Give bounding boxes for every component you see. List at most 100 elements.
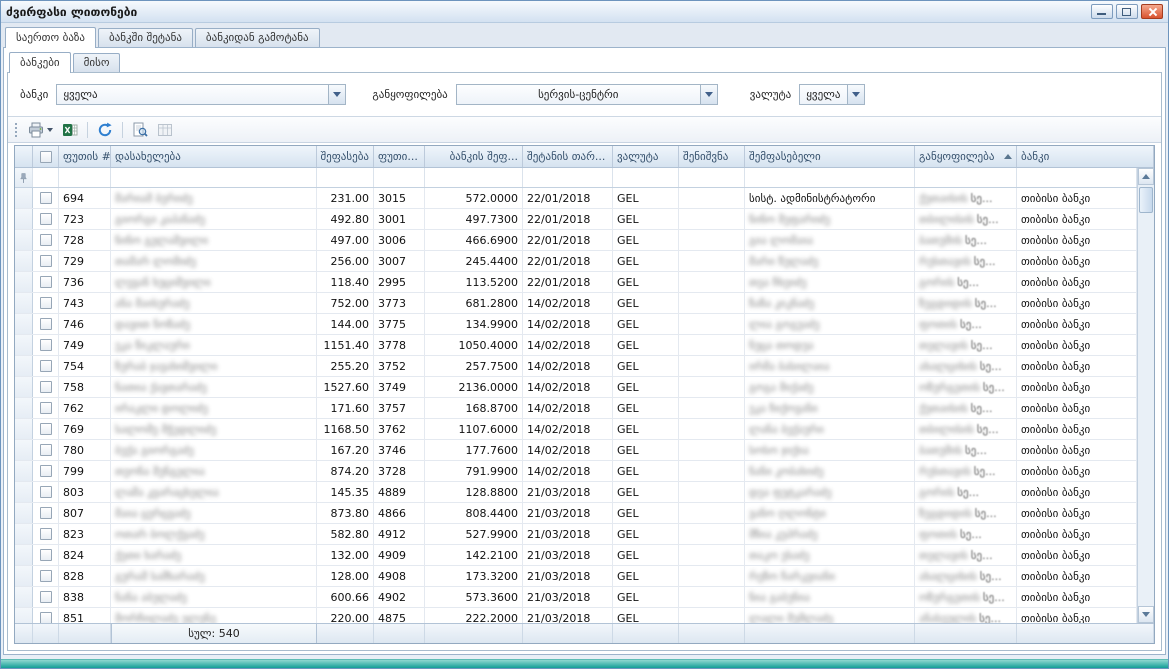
table-row[interactable]: 743ანა მაისურაძე752.003773681.280014/02/…: [15, 293, 1137, 314]
filter-cell-bank_assessment[interactable]: [425, 168, 523, 187]
toolbar-grip[interactable]: [14, 122, 18, 137]
filter-cell-entry_date[interactable]: [523, 168, 613, 187]
column-header-department[interactable]: განყოფილება: [915, 146, 1017, 167]
table-row[interactable]: 851მორჩილაძე ელენე220.004875222.200021/0…: [15, 608, 1137, 623]
cell-check[interactable]: [33, 209, 59, 229]
bank-filter-combo[interactable]: ყველა: [56, 84, 346, 105]
table-row[interactable]: 728ნინო გელაშვილი497.003006466.690022/01…: [15, 230, 1137, 251]
vertical-scrollbar[interactable]: [1137, 168, 1154, 623]
filter-cell-lot[interactable]: [374, 168, 425, 187]
cell-check[interactable]: [33, 377, 59, 397]
row-checkbox[interactable]: [40, 381, 52, 393]
filter-cell-currency[interactable]: [613, 168, 679, 187]
cell-check[interactable]: [33, 587, 59, 607]
table-row[interactable]: 736ლევან ხუციშვილი118.402995113.520022/0…: [15, 272, 1137, 293]
tab-banks[interactable]: ბანკები: [9, 52, 71, 73]
table-row[interactable]: 803ლაშა კვარაცხელია145.354889128.880021/…: [15, 482, 1137, 503]
table-row[interactable]: 694მარიამ ბერიძე231.003015572.000022/01/…: [15, 188, 1137, 209]
filter-cell-assessment[interactable]: [317, 168, 374, 187]
scrollbar-thumb[interactable]: [1139, 187, 1153, 213]
cell-check[interactable]: [33, 230, 59, 250]
column-header-currency[interactable]: ვალუტა: [613, 146, 679, 167]
row-checkbox[interactable]: [40, 318, 52, 330]
row-checkbox[interactable]: [40, 234, 52, 246]
table-row[interactable]: 823ოთარ ბოლქვაძე582.804912527.990021/03/…: [15, 524, 1137, 545]
row-checkbox[interactable]: [40, 402, 52, 414]
table-row[interactable]: 758ნათია ქავთარაძე1527.6037492136.000014…: [15, 377, 1137, 398]
scroll-down-button[interactable]: [1138, 606, 1154, 623]
preview-button[interactable]: [129, 120, 151, 140]
column-header-evaluator[interactable]: შემფასებელი: [745, 146, 915, 167]
department-filter-combo[interactable]: სერვის-ცენტრი: [456, 84, 718, 105]
row-checkbox[interactable]: [40, 192, 52, 204]
table-row[interactable]: 838ნანა აბულაძე600.664902573.360021/03/2…: [15, 587, 1137, 608]
table-row[interactable]: 799თეონა შენგელია874.203728791.990014/02…: [15, 461, 1137, 482]
cell-check[interactable]: [33, 419, 59, 439]
cell-check[interactable]: [33, 440, 59, 460]
column-header-assessment[interactable]: შეფასება: [317, 146, 374, 167]
table-row[interactable]: 807მაია ცერცვაძე873.804866808.440021/03/…: [15, 503, 1137, 524]
currency-filter-combo[interactable]: ყველა: [799, 84, 865, 105]
column-header-lot_no[interactable]: ფუთის #: [59, 146, 111, 167]
row-checkbox[interactable]: [40, 297, 52, 309]
cell-check[interactable]: [33, 545, 59, 565]
print-button[interactable]: [25, 120, 56, 140]
column-header-entry_date[interactable]: შეტანის თარ...: [523, 146, 613, 167]
table-row[interactable]: 754ზურაბ ჯავახიშვილი255.203752257.750014…: [15, 356, 1137, 377]
row-checkbox[interactable]: [40, 339, 52, 351]
bank-combo-dropdown-button[interactable]: [328, 85, 345, 104]
filter-cell-name[interactable]: [111, 168, 317, 187]
column-header-note[interactable]: შენიშვნა: [679, 146, 745, 167]
cell-check[interactable]: [33, 251, 59, 271]
select-all-checkbox[interactable]: [40, 151, 52, 163]
table-row[interactable]: 762ირაკლი დოლიძე171.603757168.870014/02/…: [15, 398, 1137, 419]
filter-cell-bank[interactable]: [1017, 168, 1137, 187]
currency-combo-dropdown-button[interactable]: [847, 85, 864, 104]
filter-cell-note[interactable]: [679, 168, 745, 187]
column-header-bank_assessment[interactable]: ბანკის შეფ...: [425, 146, 523, 167]
filter-cell-lot_no[interactable]: [59, 168, 111, 187]
column-header-name[interactable]: დასახელება: [111, 146, 317, 167]
row-checkbox[interactable]: [40, 507, 52, 519]
cell-check[interactable]: [33, 566, 59, 586]
filter-cell-department[interactable]: [915, 168, 1017, 187]
department-combo-dropdown-button[interactable]: [700, 85, 717, 104]
row-checkbox[interactable]: [40, 591, 52, 603]
tab-bank-withdrawal[interactable]: ბანკიდან გამოტანა: [195, 28, 320, 47]
cell-check[interactable]: [33, 188, 59, 208]
row-checkbox[interactable]: [40, 276, 52, 288]
tab-bank-deposit[interactable]: ბანკში შეტანა: [98, 28, 193, 47]
cell-check[interactable]: [33, 272, 59, 292]
cell-check[interactable]: [33, 482, 59, 502]
print-dropdown-caret-icon[interactable]: [47, 128, 53, 132]
cell-check[interactable]: [33, 608, 59, 623]
column-header-bank[interactable]: ბანკი: [1017, 146, 1154, 167]
column-header-lot[interactable]: ფუთი...: [374, 146, 425, 167]
row-checkbox[interactable]: [40, 465, 52, 477]
table-row[interactable]: 828გურამ სამხარაძე128.004908173.320021/0…: [15, 566, 1137, 587]
titlebar[interactable]: ძვირფასი ლითონები: [1, 1, 1168, 23]
table-row[interactable]: 749ეკა წიკლაური1151.4037781050.400014/02…: [15, 335, 1137, 356]
column-header-check[interactable]: [33, 146, 59, 167]
cell-check[interactable]: [33, 293, 59, 313]
table-row[interactable]: 746დავით ნოზაძე144.003775134.990014/02/2…: [15, 314, 1137, 335]
table-row[interactable]: 769სალომე მჭედლიძე1168.5037621107.600014…: [15, 419, 1137, 440]
row-checkbox[interactable]: [40, 213, 52, 225]
row-checkbox[interactable]: [40, 486, 52, 498]
close-button[interactable]: [1141, 4, 1163, 19]
tab-miso[interactable]: მისო: [73, 53, 121, 72]
export-excel-button[interactable]: [59, 120, 81, 140]
table-row[interactable]: 729თამარ ლომიძე256.003007245.440022/01/2…: [15, 251, 1137, 272]
row-checkbox[interactable]: [40, 549, 52, 561]
row-checkbox[interactable]: [40, 570, 52, 582]
refresh-button[interactable]: [94, 120, 116, 140]
cell-check[interactable]: [33, 503, 59, 523]
table-row[interactable]: 723გიორგი კაპანაძე492.803001497.730022/0…: [15, 209, 1137, 230]
scroll-up-button[interactable]: [1138, 168, 1154, 185]
cell-check[interactable]: [33, 356, 59, 376]
scrollbar-track[interactable]: [1138, 185, 1154, 606]
cell-check[interactable]: [33, 461, 59, 481]
row-checkbox[interactable]: [40, 423, 52, 435]
row-checkbox[interactable]: [40, 528, 52, 540]
table-row[interactable]: 780ბექა გიორგაძე167.203746177.760014/02/…: [15, 440, 1137, 461]
